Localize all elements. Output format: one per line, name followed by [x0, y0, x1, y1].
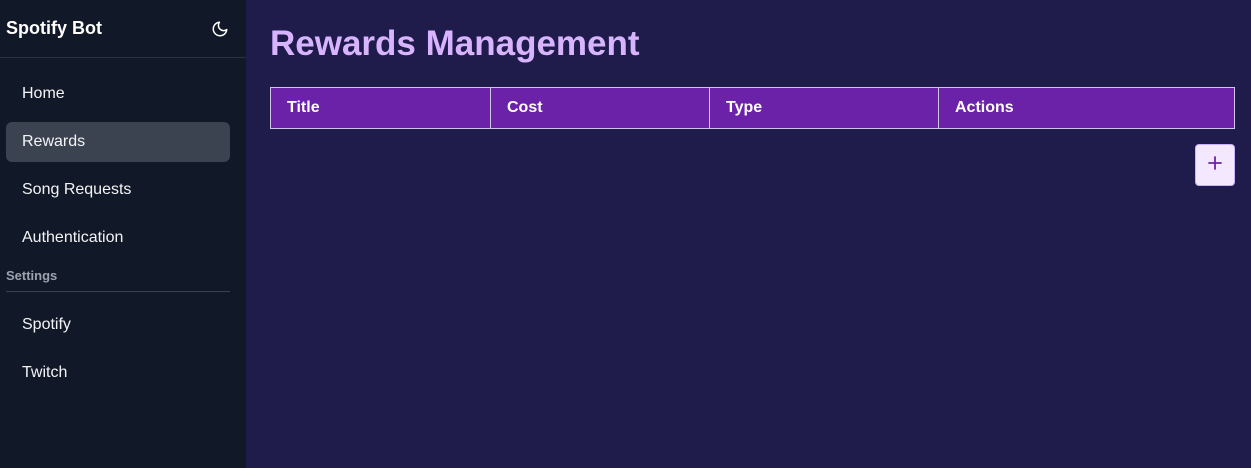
column-header-type[interactable]: Type [709, 87, 939, 129]
page-title: Rewards Management [270, 24, 640, 63]
table-header-row: Title Cost Type Actions [270, 87, 1235, 129]
sidebar-item-authentication[interactable]: Authentication [6, 218, 230, 258]
sidebar: Spotify Bot Home Rewards Song Requests A… [0, 0, 246, 468]
sidebar-item-spotify[interactable]: Spotify [6, 305, 230, 345]
section-divider [6, 291, 230, 292]
sidebar-item-home[interactable]: Home [6, 74, 230, 114]
sidebar-header: Spotify Bot [0, 0, 246, 58]
sidebar-item-label: Song Requests [22, 181, 132, 198]
sidebar-nav: Home Rewards Song Requests Authenticatio… [0, 58, 246, 258]
sidebar-item-label: Spotify [22, 316, 71, 333]
main-content: Rewards Management Title Cost Type Actio… [246, 0, 1251, 468]
sidebar-item-label: Twitch [22, 364, 68, 381]
column-header-cost[interactable]: Cost [490, 87, 710, 129]
column-header-title[interactable]: Title [270, 87, 491, 129]
sidebar-item-rewards[interactable]: Rewards [6, 122, 230, 162]
sidebar-item-song-requests[interactable]: Song Requests [6, 170, 230, 210]
add-reward-button[interactable] [1195, 144, 1235, 186]
sidebar-item-label: Home [22, 85, 65, 102]
column-header-actions[interactable]: Actions [938, 87, 1235, 129]
sidebar-item-label: Authentication [22, 229, 124, 246]
plus-icon [1207, 155, 1223, 176]
settings-section-label: Settings [6, 268, 58, 283]
rewards-table: Title Cost Type Actions [270, 87, 1235, 129]
app-root: Spotify Bot Home Rewards Song Requests A… [0, 0, 1251, 468]
sidebar-item-twitch[interactable]: Twitch [6, 353, 230, 393]
moon-icon[interactable] [210, 19, 230, 39]
sidebar-item-label: Rewards [22, 133, 86, 150]
settings-nav: Spotify Twitch [0, 305, 246, 393]
app-title: Spotify Bot [6, 18, 102, 38]
